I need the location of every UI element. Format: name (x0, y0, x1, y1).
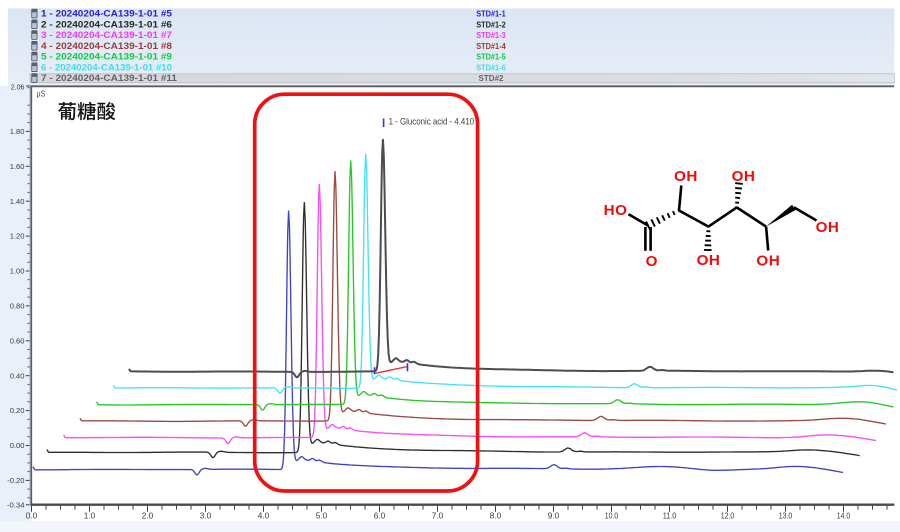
svg-text:-0.20: -0.20 (7, 476, 24, 485)
svg-text:0.0: 0.0 (26, 512, 38, 521)
svg-text:STD#1-5: STD#1-5 (476, 52, 506, 62)
svg-text:1.40: 1.40 (10, 197, 25, 206)
svg-text:STD#1-2: STD#1-2 (476, 19, 506, 29)
svg-text:5 - 20240204-CA139-1-01 #9: 5 - 20240204-CA139-1-01 #9 (41, 52, 172, 62)
svg-text:4.0: 4.0 (258, 512, 270, 521)
svg-text:0.20: 0.20 (10, 406, 25, 415)
svg-text:STD#1-6: STD#1-6 (476, 62, 506, 72)
svg-text:3.0: 3.0 (200, 512, 212, 521)
svg-text:STD#1-4: STD#1-4 (476, 41, 506, 51)
svg-text:OH: OH (756, 253, 780, 270)
svg-text:6 - 20240204-CA139-1-01 #10: 6 - 20240204-CA139-1-01 #10 (41, 62, 172, 72)
svg-text:4 - 20240204-CA139-1-01 #8: 4 - 20240204-CA139-1-01 #8 (41, 41, 172, 51)
svg-text:OH: OH (697, 252, 721, 269)
svg-text:11.0: 11.0 (663, 512, 677, 521)
svg-text:O: O (646, 253, 658, 270)
svg-text:1 - 20240204-CA139-1-01 #5: 1 - 20240204-CA139-1-01 #5 (41, 9, 172, 19)
svg-text:1.20: 1.20 (10, 232, 25, 241)
svg-text:1.60: 1.60 (10, 162, 25, 171)
svg-text:1.0: 1.0 (84, 512, 96, 521)
svg-text:0.80: 0.80 (10, 302, 25, 311)
svg-text:14.0: 14.0 (837, 512, 851, 521)
svg-text:OH: OH (732, 168, 756, 185)
svg-text:7 - 20240204-CA139-1-01 #11: 7 - 20240204-CA139-1-01 #11 (41, 73, 177, 83)
svg-text:STD#1-1: STD#1-1 (476, 9, 506, 19)
svg-text:1.80: 1.80 (10, 127, 25, 136)
svg-text:0.00: 0.00 (10, 441, 25, 450)
svg-text:13.0: 13.0 (779, 512, 793, 521)
svg-text:5.0: 5.0 (316, 512, 328, 521)
svg-text:-0.34: -0.34 (7, 500, 25, 509)
svg-text:10.0: 10.0 (605, 512, 619, 521)
svg-text:7.0: 7.0 (432, 512, 444, 521)
svg-text:HO: HO (604, 202, 628, 219)
svg-text:OH: OH (816, 219, 840, 236)
svg-text:6.0: 6.0 (374, 512, 386, 521)
svg-text:2.0: 2.0 (142, 512, 154, 521)
svg-text:0.60: 0.60 (10, 336, 25, 345)
svg-text:STD#2: STD#2 (479, 73, 504, 83)
svg-text:0.40: 0.40 (10, 371, 25, 380)
svg-text:1.00: 1.00 (10, 267, 25, 276)
svg-text:µS: µS (37, 89, 46, 99)
svg-text:STD#1-3: STD#1-3 (476, 30, 506, 40)
svg-text:8.0: 8.0 (490, 512, 502, 521)
svg-text:OH: OH (674, 168, 698, 185)
svg-text:2 - 20240204-CA139-1-01 #6: 2 - 20240204-CA139-1-01 #6 (41, 19, 172, 29)
svg-text:9.0: 9.0 (548, 512, 560, 521)
svg-text:3 - 20240204-CA139-1-01 #7: 3 - 20240204-CA139-1-01 #7 (41, 30, 172, 40)
svg-text:1 - Gluconic acid - 4.410: 1 - Gluconic acid - 4.410 (389, 116, 475, 127)
svg-text:12.0: 12.0 (721, 512, 735, 521)
svg-text:2.06: 2.06 (11, 83, 25, 92)
